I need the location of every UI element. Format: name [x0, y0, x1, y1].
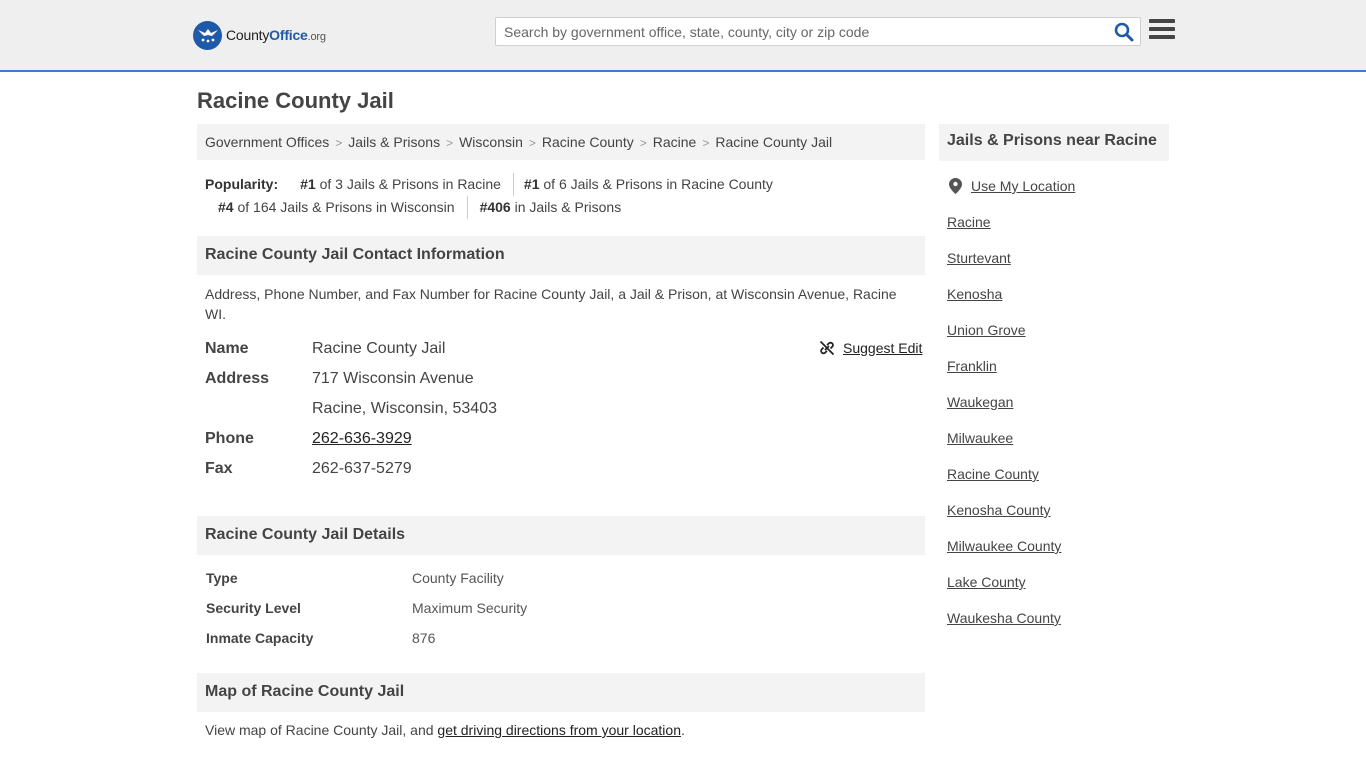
breadcrumb: Government Offices > Jails & Prisons > Wisco…	[197, 124, 925, 160]
address-line1: 717 Wisconsin Avenue	[312, 370, 474, 387]
use-my-location-link[interactable]: Use My Location	[971, 178, 1075, 194]
driving-directions-link[interactable]: get driving directions from your locatio…	[437, 722, 681, 738]
popularity-rank-item: #1 of 3 Jails & Prisons in Racine	[300, 176, 501, 192]
breadcrumb-separator-icon: >	[528, 136, 536, 150]
nearby-link-milwaukee-county[interactable]: Milwaukee County	[947, 538, 1061, 554]
nearby-link-racine[interactable]: Racine	[947, 214, 991, 230]
popularity-rank-item: #406 in Jails & Prisons	[466, 196, 632, 219]
broken-link-icon	[819, 340, 835, 356]
sidebar-heading: Jails & Prisons near Racine	[939, 124, 1169, 161]
contact-description: Address, Phone Number, and Fax Number fo…	[205, 286, 897, 322]
address-label: Address	[205, 370, 270, 387]
popularity-rankings: Popularity: #1 of 3 Jails & Prisons in Ra…	[205, 173, 925, 219]
search-bar	[495, 17, 1141, 46]
logo-county-text: County	[226, 27, 270, 43]
map-text-before: View map of Racine County Jail, and	[205, 722, 438, 738]
nearby-link-kenosha-county[interactable]: Kenosha County	[947, 502, 1051, 518]
detail-label: Security Level	[206, 600, 301, 616]
breadcrumb-item[interactable]: Jails & Prisons	[348, 134, 440, 150]
details-section-heading: Racine County Jail Details	[197, 516, 925, 555]
breadcrumb-item[interactable]: Government Offices	[205, 134, 329, 150]
nearby-link-kenosha[interactable]: Kenosha	[947, 286, 1002, 302]
detail-label: Inmate Capacity	[206, 630, 314, 646]
eagle-stars-icon	[193, 20, 222, 50]
nearby-link-racine-county[interactable]: Racine County	[947, 466, 1039, 482]
breadcrumb-item[interactable]: Wisconsin	[459, 134, 523, 150]
map-text: View map of Racine County Jail, and get …	[205, 720, 685, 740]
breadcrumb-item[interactable]: Racine	[653, 134, 697, 150]
detail-value: 876	[412, 630, 436, 646]
map-section-heading: Map of Racine County Jail	[197, 673, 925, 712]
site-header: CountyOffice.org	[0, 0, 1366, 72]
map-text-after: .	[680, 722, 685, 738]
nearby-link-milwaukee[interactable]: Milwaukee	[947, 430, 1013, 446]
breadcrumb-separator-icon: >	[446, 136, 454, 150]
detail-value: Maximum Security	[412, 600, 528, 616]
popularity-rank-item: #1 of 6 Jails & Prisons in Racine County	[512, 173, 783, 196]
address-line2: Racine, Wisconsin, 53403	[312, 400, 497, 417]
phone-value-wrap: 262-636-3929	[312, 429, 412, 449]
detail-label: Type	[206, 570, 238, 586]
search-icon[interactable]	[1114, 22, 1134, 42]
name-label: Name	[205, 340, 249, 357]
logo-tld-text: .org	[307, 31, 326, 43]
phone-link[interactable]: 262-636-3929	[312, 430, 412, 447]
logo-wordmark: CountyOffice.org	[226, 27, 326, 43]
breadcrumb-separator-icon: >	[335, 136, 343, 150]
search-input[interactable]	[496, 18, 1106, 45]
use-my-location[interactable]: Use My Location	[949, 178, 1075, 194]
map-pin-icon	[949, 178, 962, 194]
popularity-label: Popularity:	[205, 176, 279, 192]
nearby-link-waukesha-county[interactable]: Waukesha County	[947, 610, 1061, 626]
hamburger-menu-icon[interactable]	[1149, 19, 1175, 43]
nearby-link-sturtevant[interactable]: Sturtevant	[947, 250, 1011, 266]
fax-value: 262-637-5279	[312, 460, 412, 477]
name-value: Racine County Jail	[312, 340, 446, 357]
phone-label: Phone	[205, 430, 254, 447]
popularity-rank-item: #4 of 164 Jails & Prisons in Wisconsin	[218, 199, 455, 215]
site-logo[interactable]: CountyOffice.org	[193, 20, 326, 50]
logo-office-text: Office	[269, 27, 308, 43]
suggest-edit-link[interactable]: Suggest Edit	[819, 340, 922, 356]
breadcrumb-separator-icon: >	[639, 136, 647, 150]
suggest-edit-label[interactable]: Suggest Edit	[843, 340, 922, 356]
detail-value: County Facility	[412, 570, 504, 586]
breadcrumb-separator-icon: >	[702, 136, 710, 150]
nearby-link-union-grove[interactable]: Union Grove	[947, 322, 1026, 338]
nearby-link-waukegan[interactable]: Waukegan	[947, 394, 1013, 410]
breadcrumb-item[interactable]: Racine County	[542, 134, 634, 150]
page-title: Racine County Jail	[197, 88, 394, 113]
contact-section-heading: Racine County Jail Contact Information	[197, 236, 925, 275]
fax-label: Fax	[205, 460, 233, 477]
nearby-link-lake-county[interactable]: Lake County	[947, 574, 1026, 590]
nearby-link-franklin[interactable]: Franklin	[947, 358, 997, 374]
breadcrumb-current: Racine County Jail	[715, 134, 833, 150]
